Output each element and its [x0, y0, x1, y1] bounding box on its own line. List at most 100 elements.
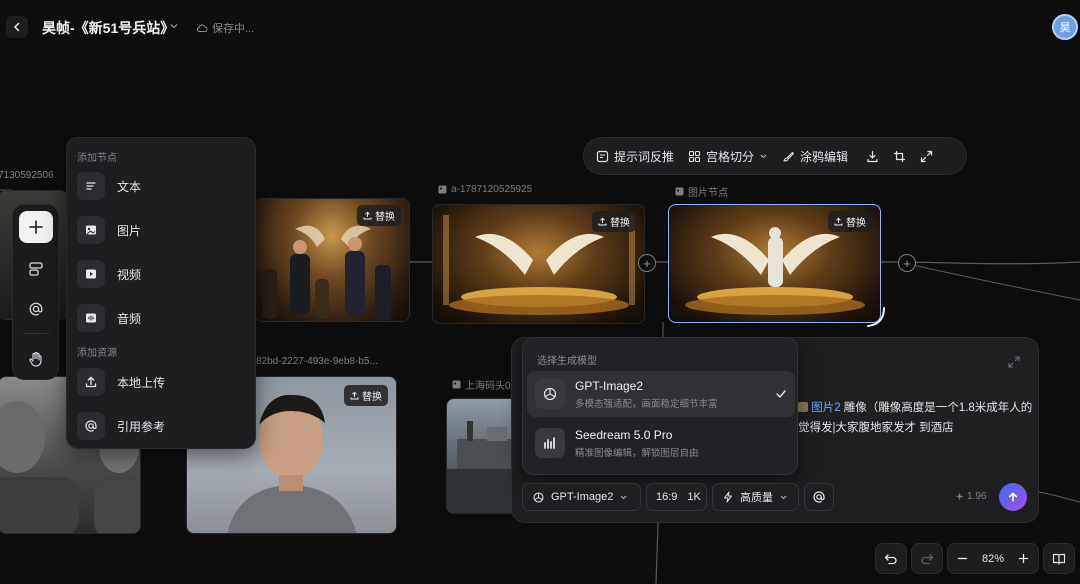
sparkle-icon — [955, 492, 964, 501]
save-status: 保存中... — [196, 20, 254, 36]
layers-icon — [29, 262, 43, 276]
expand-button[interactable] — [920, 150, 933, 163]
add-connection-button[interactable]: + — [638, 254, 656, 272]
menu-item-image[interactable]: 图片 — [75, 212, 249, 248]
node-caption: 7130592506 — [0, 170, 54, 181]
model-option-gpt-image2[interactable]: GPT-Image2 多模态强适配，画面稳定细节丰富 — [527, 371, 795, 417]
arrow-up-icon — [1009, 492, 1017, 502]
model-dropdown: 选择生成模型 GPT-Image2 多模态强适配，画面稳定细节丰富 Seedre… — [522, 337, 798, 475]
zoom-out-icon[interactable] — [957, 553, 968, 564]
image-icon — [77, 216, 105, 244]
selected-image-node[interactable]: 替换 — [668, 204, 881, 323]
model-option-seedream[interactable]: Seedream 5.0 Pro 精准图像编辑，解锁图层自由 — [527, 420, 795, 466]
quality-select[interactable]: 高质量 — [712, 483, 799, 511]
menu-section-title: 添加节点 — [77, 153, 117, 164]
layers-button[interactable] — [19, 253, 53, 285]
replace-button[interactable]: 替换 — [344, 385, 388, 406]
credits-cost: 1.96 — [955, 491, 986, 502]
send-button[interactable] — [999, 483, 1027, 511]
model-dropdown-heading: 选择生成模型 — [537, 356, 597, 367]
at-icon — [77, 412, 105, 440]
download-icon — [867, 150, 878, 162]
brush-icon — [783, 151, 795, 162]
chevron-down-icon[interactable] — [169, 21, 179, 31]
menu-section-title: 添加资源 — [77, 348, 117, 359]
image-icon — [452, 380, 461, 389]
seedream-icon — [535, 428, 565, 458]
hand-icon — [29, 351, 42, 367]
user-avatar[interactable]: 昊 — [1052, 14, 1078, 40]
image-node[interactable]: 替换 — [432, 204, 645, 324]
doodle-edit-button[interactable]: 涂鸦编辑 — [782, 148, 848, 165]
project-title[interactable]: 昊帧-《新51号兵站》 — [42, 18, 174, 38]
image-icon — [675, 187, 684, 196]
upload-icon — [77, 368, 105, 396]
openai-icon — [533, 492, 544, 502]
mention-button[interactable] — [804, 483, 834, 511]
replace-button[interactable]: 替换 — [828, 211, 872, 232]
at-icon — [29, 302, 43, 316]
grid-split-button[interactable]: 宫格切分 — [688, 148, 768, 165]
image-icon — [438, 185, 447, 194]
check-icon — [776, 390, 786, 399]
menu-item-reference[interactable]: 引用参考 — [75, 408, 249, 444]
plus-icon — [29, 220, 43, 234]
redo-icon — [921, 553, 934, 564]
mention-thumbnail — [798, 402, 808, 412]
reverse-prompt-button[interactable]: 提示词反推 — [596, 148, 674, 165]
prompt-text[interactable]: 图片2 雕像（雕像高度是一个1.8米成年人的 觉得发|大家腹地家发才 到酒店 — [798, 398, 1032, 438]
node-caption: 上海码头02 — [452, 377, 516, 392]
rail-divider — [23, 333, 49, 334]
add-node-menu: 添加节点 文本 图片 视频 音频 添加资源 本地上传 引用参考 — [66, 137, 256, 449]
node-caption: 82bd-2227-493e-9eb8-b5... — [256, 356, 378, 367]
back-button[interactable] — [6, 16, 28, 38]
resize-handle[interactable] — [862, 304, 888, 330]
pan-tool-button[interactable] — [19, 343, 53, 375]
node-toolbar: 提示词反推 宫格切分 涂鸦编辑 — [583, 137, 967, 175]
upload-icon — [598, 217, 607, 226]
model-select[interactable]: GPT-Image2 — [522, 483, 641, 511]
tool-rail — [12, 204, 59, 380]
image-node[interactable]: 替换 — [254, 198, 410, 322]
add-node-button[interactable] — [19, 211, 53, 243]
at-icon — [813, 491, 825, 503]
layout-toggle-button[interactable] — [1043, 543, 1075, 574]
zoom-value[interactable]: 82% — [982, 553, 1004, 565]
menu-item-video[interactable]: 视频 — [75, 256, 249, 292]
mention-button[interactable] — [19, 293, 53, 325]
menu-item-text[interactable]: 文本 — [75, 168, 249, 204]
undo-icon — [884, 553, 897, 564]
zoom-in-icon[interactable] — [1018, 553, 1029, 564]
audio-icon — [77, 304, 105, 332]
chevron-left-icon — [13, 22, 20, 32]
upload-icon — [363, 211, 372, 220]
undo-button[interactable] — [875, 543, 907, 574]
download-button[interactable] — [866, 150, 879, 163]
upload-icon — [350, 391, 359, 400]
expand-icon[interactable] — [1008, 356, 1020, 368]
add-connection-button[interactable]: + — [898, 254, 916, 272]
cloud-icon — [196, 24, 208, 32]
expand-icon — [920, 150, 933, 162]
text-icon — [77, 172, 105, 200]
image-mention[interactable]: 图片2 — [811, 402, 840, 414]
chevron-down-icon — [760, 154, 767, 158]
chevron-down-icon — [620, 495, 627, 499]
upload-icon — [834, 217, 843, 226]
ratio-resolution-select[interactable]: 16:9 1K — [646, 483, 707, 511]
replace-button[interactable]: 替换 — [357, 205, 401, 226]
grid-icon — [688, 150, 701, 162]
redo-button[interactable] — [911, 543, 943, 574]
crop-icon — [894, 150, 906, 162]
lightning-icon — [724, 491, 732, 503]
menu-item-local-upload[interactable]: 本地上传 — [75, 364, 249, 400]
book-icon — [1052, 553, 1066, 565]
node-caption: 图片节点 — [675, 184, 728, 199]
menu-item-audio[interactable]: 音频 — [75, 300, 249, 336]
zoom-control: 82% — [947, 543, 1039, 574]
save-status-text: 保存中... — [212, 23, 255, 35]
crop-button[interactable] — [893, 150, 906, 163]
scan-text-icon — [596, 150, 609, 162]
video-icon — [77, 260, 105, 288]
replace-button[interactable]: 替换 — [592, 211, 636, 232]
